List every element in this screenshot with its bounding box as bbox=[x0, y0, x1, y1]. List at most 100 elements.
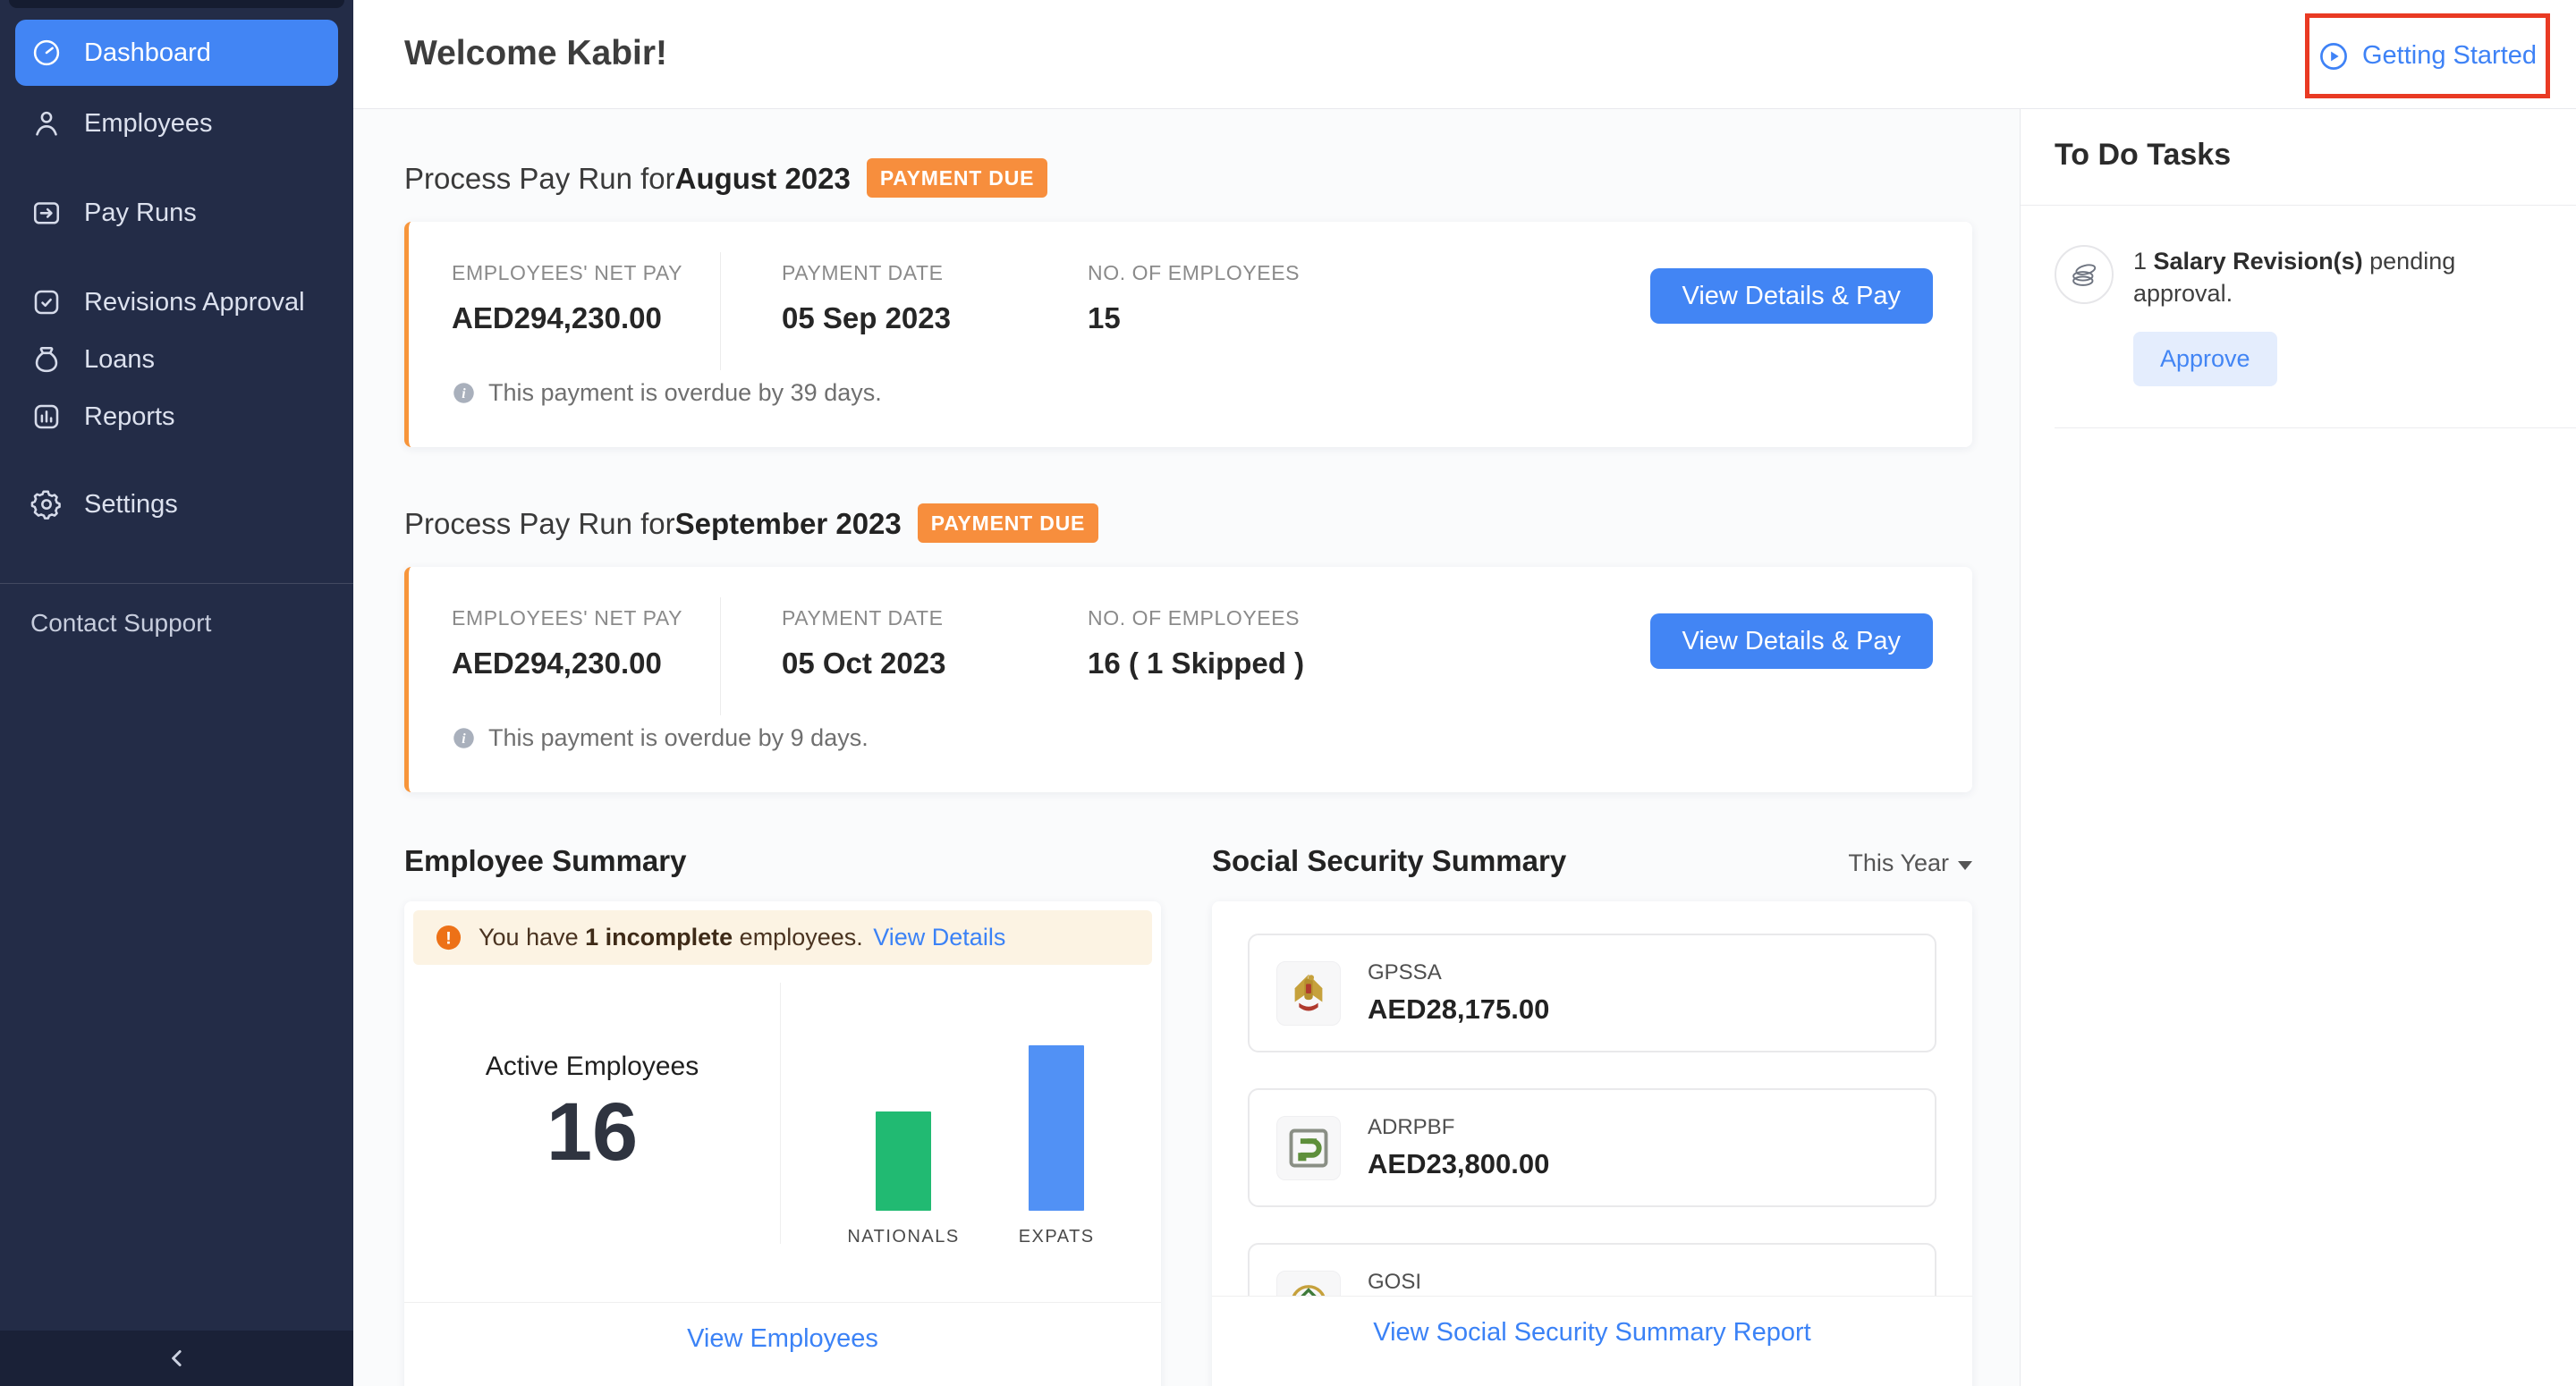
sidebar-item-label: Dashboard bbox=[84, 38, 211, 68]
payment-date-value: 05 Sep 2023 bbox=[782, 301, 1088, 335]
todo-tasks-panel: To Do Tasks 1 Salary Revision(s) pending… bbox=[2020, 109, 2576, 1386]
expats-label: EXPATS bbox=[1019, 1227, 1095, 1247]
org-selector-fragment bbox=[9, 0, 344, 8]
active-employees-count: 16 bbox=[547, 1089, 638, 1176]
sidebar-item-label: Loans bbox=[84, 345, 155, 375]
view-social-security-report-link[interactable]: View Social Security Summary Report bbox=[1373, 1318, 1810, 1347]
page-title: Welcome Kabir! bbox=[404, 34, 667, 73]
warning-icon: ! bbox=[435, 924, 462, 951]
dashboard-icon bbox=[30, 37, 63, 69]
nationals-bar bbox=[876, 1111, 931, 1211]
overdue-note-text: This payment is overdue by 9 days. bbox=[488, 724, 869, 752]
employees-icon bbox=[30, 107, 63, 139]
adrpbf-logo-icon bbox=[1276, 1116, 1341, 1180]
svg-text:i: i bbox=[462, 386, 466, 401]
payrun-month: August 2023 bbox=[675, 162, 851, 196]
sidebar: Dashboard Employees Pay Runs Revisions A… bbox=[0, 0, 353, 1386]
sidebar-item-label: Reports bbox=[84, 402, 175, 432]
gosi-logo-icon bbox=[1276, 1271, 1341, 1297]
pay-runs-icon bbox=[30, 197, 63, 229]
sidebar-item-dashboard[interactable]: Dashboard bbox=[15, 20, 338, 86]
payrun-month: September 2023 bbox=[675, 507, 902, 541]
adrpbf-card: ADRPBF AED23,800.00 bbox=[1248, 1088, 1936, 1207]
sidebar-item-label: Revisions Approval bbox=[84, 288, 305, 317]
sidebar-item-employees[interactable]: Employees bbox=[0, 95, 353, 152]
task-count: 1 bbox=[2133, 248, 2154, 275]
play-circle-icon bbox=[2318, 41, 2349, 72]
gpssa-amount: AED28,175.00 bbox=[1368, 993, 1549, 1026]
sidebar-item-loans[interactable]: Loans bbox=[0, 331, 353, 388]
warning-prefix: You have bbox=[479, 924, 585, 951]
payment-due-badge: PAYMENT DUE bbox=[918, 503, 1098, 543]
caret-down-icon bbox=[1958, 861, 1972, 870]
active-employees-label: Active Employees bbox=[486, 1052, 699, 1082]
sidebar-item-label: Settings bbox=[84, 490, 178, 520]
coins-icon bbox=[2055, 245, 2114, 304]
sidebar-nav: Dashboard Employees Pay Runs Revisions A… bbox=[0, 0, 353, 638]
net-pay-label: EMPLOYEES' NET PAY bbox=[452, 606, 720, 630]
getting-started-label: Getting Started bbox=[2362, 41, 2537, 71]
payment-date-value: 05 Oct 2023 bbox=[782, 647, 1088, 680]
gpssa-name: GPSSA bbox=[1368, 960, 1549, 985]
info-icon: i bbox=[452, 381, 476, 405]
payrun-title-prefix: Process Pay Run for bbox=[404, 507, 675, 541]
task-bold: Salary Revision(s) bbox=[2154, 248, 2363, 275]
sidebar-item-label: Employees bbox=[84, 109, 212, 139]
getting-started-button[interactable]: Getting Started bbox=[2318, 41, 2537, 72]
warning-text: You have 1 incomplete employees. View De… bbox=[479, 924, 1005, 951]
overdue-note-text: This payment is overdue by 39 days. bbox=[488, 379, 882, 407]
warning-bold: 1 incomplete bbox=[585, 924, 733, 951]
overdue-note: i This payment is overdue by 9 days. bbox=[452, 724, 1933, 752]
todo-tasks-title: To Do Tasks bbox=[2021, 109, 2576, 173]
employee-count-label: NO. OF EMPLOYEES bbox=[1088, 606, 1392, 630]
nationals-label: NATIONALS bbox=[847, 1227, 959, 1247]
adrpbf-name: ADRPBF bbox=[1368, 1115, 1549, 1140]
contact-support-link[interactable]: Contact Support bbox=[0, 584, 353, 638]
net-pay-value: AED294,230.00 bbox=[452, 301, 720, 335]
svg-text:i: i bbox=[462, 731, 466, 747]
social-security-panel: GPSSA AED28,175.00 bbox=[1212, 901, 1972, 1386]
red-annotation-box: Getting Started bbox=[2305, 13, 2550, 98]
sidebar-collapse-button[interactable] bbox=[0, 1331, 353, 1386]
gpssa-card: GPSSA AED28,175.00 bbox=[1248, 934, 1936, 1052]
payment-due-badge: PAYMENT DUE bbox=[867, 158, 1047, 198]
sidebar-item-revisions-approval[interactable]: Revisions Approval bbox=[0, 274, 353, 331]
period-filter-dropdown[interactable]: This Year bbox=[1848, 849, 1972, 877]
net-pay-value: AED294,230.00 bbox=[452, 647, 720, 680]
employee-count-value: 15 bbox=[1088, 301, 1392, 335]
employee-summary-panel: ! You have 1 incomplete employees. View … bbox=[404, 901, 1161, 1386]
view-employees-link[interactable]: View Employees bbox=[687, 1324, 878, 1353]
main-content: Process Pay Run for August 2023 PAYMENT … bbox=[353, 109, 2020, 1386]
reports-icon bbox=[30, 401, 63, 433]
employee-count-label: NO. OF EMPLOYEES bbox=[1088, 261, 1392, 285]
revisions-approval-icon bbox=[30, 286, 63, 318]
payrun-card-august: EMPLOYEES' NET PAY AED294,230.00 PAYMENT… bbox=[404, 222, 1972, 447]
sidebar-item-reports[interactable]: Reports bbox=[0, 388, 353, 445]
info-icon: i bbox=[452, 726, 476, 750]
adrpbf-amount: AED23,800.00 bbox=[1368, 1148, 1549, 1180]
task-text: 1 Salary Revision(s) pending approval. bbox=[2133, 245, 2549, 310]
overdue-note: i This payment is overdue by 39 days. bbox=[452, 379, 1933, 407]
salary-revision-task: 1 Salary Revision(s) pending approval. A… bbox=[2021, 206, 2576, 386]
loans-icon bbox=[30, 343, 63, 376]
incomplete-employees-warning: ! You have 1 incomplete employees. View … bbox=[413, 910, 1152, 965]
gosi-card: GOSI AED19,800.00 bbox=[1248, 1243, 1936, 1296]
view-details-link[interactable]: View Details bbox=[873, 924, 1005, 951]
svg-text:!: ! bbox=[445, 928, 451, 948]
social-security-section: Social Security Summary This Year bbox=[1212, 844, 1972, 1386]
payrun-september-title: Process Pay Run for September 2023 PAYME… bbox=[404, 504, 1972, 544]
period-filter-value: This Year bbox=[1848, 849, 1949, 877]
payment-date-label: PAYMENT DATE bbox=[782, 261, 1088, 285]
payrun-august-title: Process Pay Run for August 2023 PAYMENT … bbox=[404, 159, 1972, 199]
sidebar-item-pay-runs[interactable]: Pay Runs bbox=[0, 184, 353, 241]
sidebar-item-settings[interactable]: Settings bbox=[0, 476, 353, 533]
net-pay-label: EMPLOYEES' NET PAY bbox=[452, 261, 720, 285]
approve-button[interactable]: Approve bbox=[2133, 332, 2277, 386]
todo-divider-bottom bbox=[2055, 427, 2576, 428]
view-details-pay-button[interactable]: View Details & Pay bbox=[1650, 268, 1933, 324]
view-details-pay-button[interactable]: View Details & Pay bbox=[1650, 613, 1933, 669]
payment-date-label: PAYMENT DATE bbox=[782, 606, 1088, 630]
warning-suffix: employees. bbox=[733, 924, 869, 951]
social-security-list: GPSSA AED28,175.00 bbox=[1212, 901, 1972, 1296]
gosi-name: GOSI bbox=[1368, 1270, 1549, 1295]
